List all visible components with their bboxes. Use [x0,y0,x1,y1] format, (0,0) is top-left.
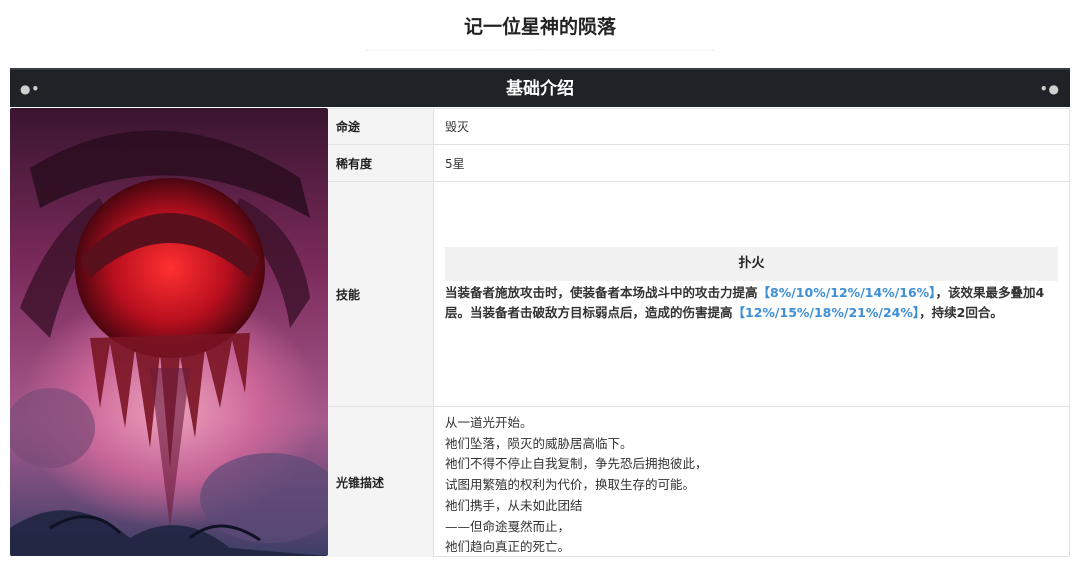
description-line: 从一道光开始。 [445,415,533,430]
page-title: 记一位星神的陨落 [463,16,616,38]
skill-text-3: ，持续2回合。 [919,305,1003,320]
description-line: 祂们不得不停止自我复制，争先恐后拥抱彼此， [445,456,708,472]
skill-highlight-2: 【12%/15%/18%/21%/24%】 [732,305,920,320]
header-right-dots-icon: •● [1039,82,1060,96]
skill-highlight-1: 【8%/10%/12%/14%/16%】 [757,285,936,300]
section-title: 基础介绍 [506,79,574,99]
rarity-value: 5星 [445,156,465,171]
table-row-rarity: 稀有度 5星 [328,145,1069,182]
description-text: 从一道光开始。 祂们坠落，陨灭的威胁居高临下。 祂们不得不停止自我复制，争先恐后… [445,413,708,558]
table-row-description: 光锥描述 从一道光开始。 祂们坠落，陨灭的威胁居高临下。 祂们不得不停止自我复制… [328,407,1069,557]
skill-name: 扑火 [445,247,1058,281]
description-line: 祂们坠落，陨灭的威胁居高临下。 [445,435,633,451]
path-label: 命途 [328,109,434,144]
table-row-skill: 技能 扑火 当装备者施放攻击时，使装备者本场战斗中的攻击力提高【8%/10%/1… [328,182,1069,407]
header-left-dots-icon: ●• [20,82,41,96]
table-row-path: 命途 毁灭 [328,109,1069,145]
description-line: ——但命途戛然而止， [445,518,571,534]
description-line: 祂们趋向真正的死亡。 [445,539,571,555]
skill-text-1: 当装备者施放攻击时，使装备者本场战斗中的攻击力提高 [445,285,758,300]
description-line: 祂们携手，从未如此团结 [445,497,583,513]
title-divider [366,49,714,51]
path-value: 毁灭 [445,120,470,134]
skill-label: 技能 [328,182,434,406]
description-line: 试图用繁殖的权利为代价，换取生存的可能。 [445,477,696,493]
rarity-label: 稀有度 [328,145,434,181]
description-label: 光锥描述 [328,407,434,557]
skill-description: 当装备者施放攻击时，使装备者本场战斗中的攻击力提高【8%/10%/12%/14%… [445,283,1060,323]
section-header: ●• 基础介绍 •● [10,68,1070,107]
info-table: 命途 毁灭 稀有度 5星 技能 扑火 当装备者施放攻击时，使装备者本场战斗中的攻… [328,108,1070,557]
light-cone-artwork [10,108,328,556]
